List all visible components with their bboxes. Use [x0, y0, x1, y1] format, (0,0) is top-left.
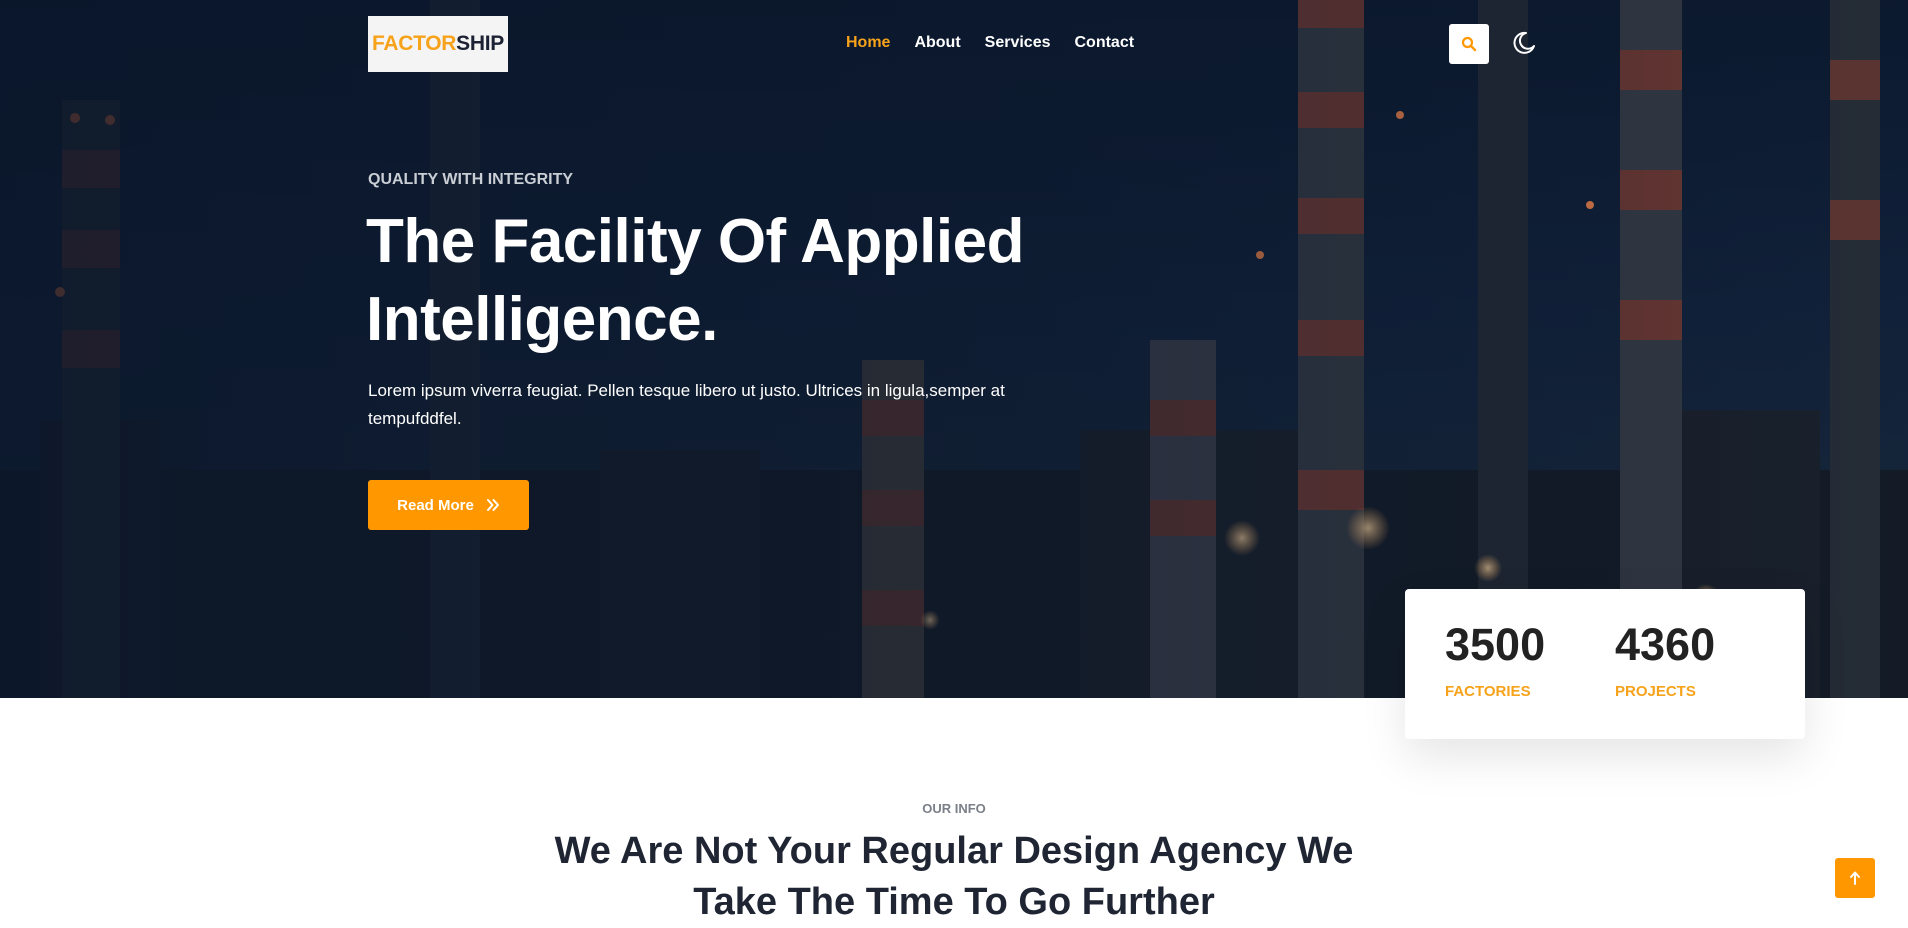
stat-label: FACTORIES [1445, 683, 1531, 700]
theme-toggle-button[interactable] [1511, 30, 1537, 56]
logo-text-ship: SHIP [456, 32, 504, 55]
stat-factories: 3500 FACTORIES [1445, 617, 1545, 700]
moon-icon [1513, 31, 1535, 54]
info-title-line-2: Take The Time To Go Further [693, 881, 1215, 923]
hero-title: The Facility Of Applied Intelligence. [366, 203, 1086, 359]
nav-item-about[interactable]: About [914, 34, 960, 52]
nav-item-services[interactable]: Services [985, 34, 1051, 52]
nav-item-contact[interactable]: Contact [1075, 34, 1135, 52]
nav-item-home[interactable]: Home [846, 34, 890, 52]
hero-description: Lorem ipsum viverra feugiat. Pellen tesq… [368, 381, 1005, 428]
read-more-button[interactable]: Read More [368, 480, 529, 530]
hero-title-line-1: The Facility Of Applied [366, 207, 1024, 276]
stat-value: 3500 [1445, 619, 1546, 670]
search-icon [1461, 36, 1477, 52]
back-to-top-button[interactable] [1835, 858, 1875, 898]
stat-label: PROJECTS [1615, 683, 1696, 700]
info-title-line-1: We Are Not Your Regular Design Agency We [554, 830, 1354, 872]
hero-title-line-2: Intelligence. [366, 285, 718, 354]
info-eyebrow: OUR INFO [922, 801, 986, 816]
info-title: We Are Not Your Regular Design Agency We… [554, 826, 1354, 928]
arrow-up-icon [1850, 871, 1860, 885]
logo[interactable]: FACTOR SHIP [368, 16, 508, 72]
hero-eyebrow: QUALITY WITH INTEGRITY [368, 171, 574, 188]
double-chevron-right-icon [486, 499, 499, 511]
stats-card: 3500 FACTORIES 4360 PROJECTS [1405, 589, 1805, 739]
read-more-label: Read More [397, 496, 474, 514]
main-nav: Home About Services Contact [846, 34, 1134, 52]
stat-projects: 4360 PROJECTS [1615, 617, 1715, 700]
stat-value: 4360 [1615, 619, 1716, 670]
search-button[interactable] [1449, 24, 1489, 64]
logo-text-factor: FACTOR [372, 32, 457, 55]
